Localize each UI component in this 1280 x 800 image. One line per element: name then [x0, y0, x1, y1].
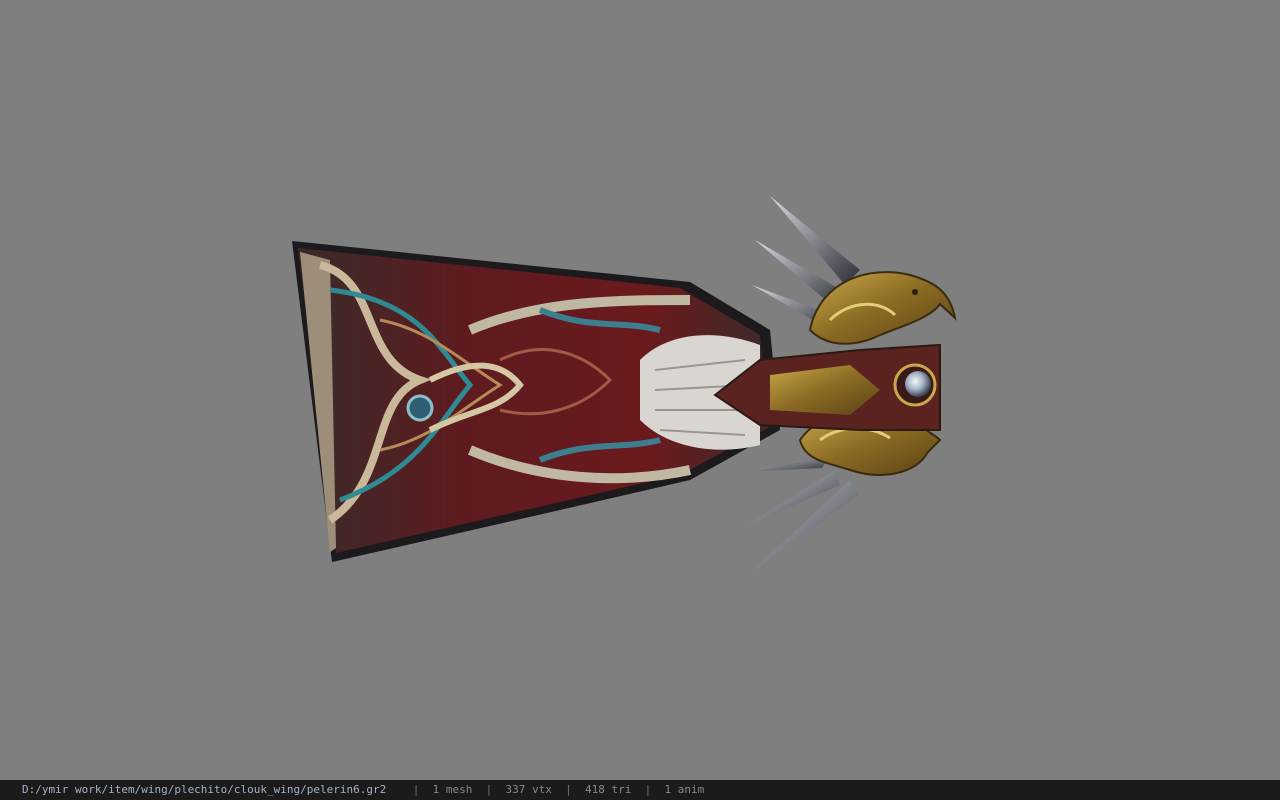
status-bar: D:/ymir work/item/wing/plechito/clouk_wi…: [0, 780, 1280, 800]
animation-count: 1 anim: [664, 783, 705, 796]
separator: |: [565, 783, 572, 796]
mesh-count: 1 mesh: [432, 783, 473, 796]
cloak-wing-model: [292, 196, 957, 575]
file-path: D:/ymir work/item/wing/plechito/clouk_wi…: [22, 783, 387, 796]
vertex-count: 337 vtx: [505, 783, 552, 796]
eagle-ornament-top: [808, 271, 957, 345]
model-viewport[interactable]: [0, 0, 1280, 780]
triangle-count: 418 tri: [584, 783, 632, 796]
